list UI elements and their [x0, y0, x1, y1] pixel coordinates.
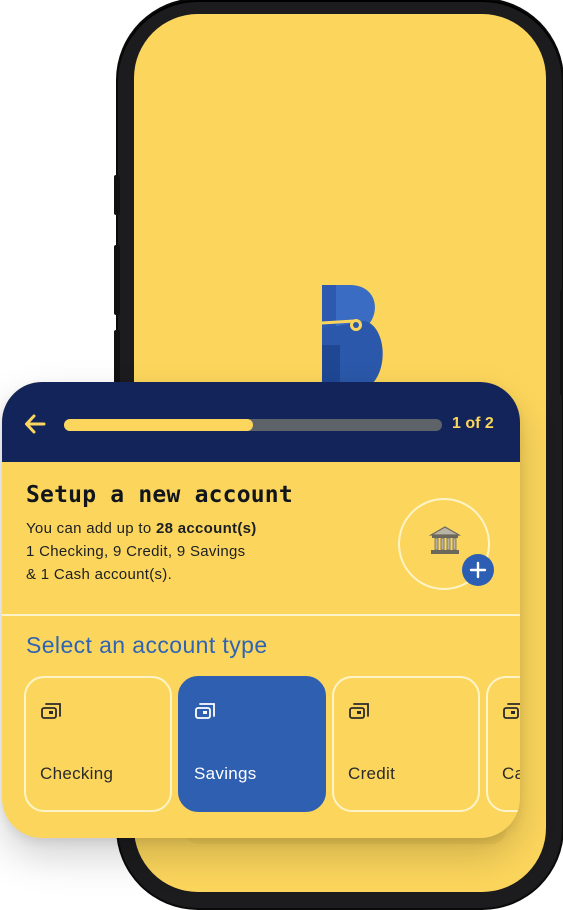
- account-type-savings[interactable]: Savings: [178, 676, 326, 812]
- card-header: 1 of 2: [2, 382, 520, 462]
- step-counter: 1 of 2: [452, 415, 494, 432]
- account-type-cash[interactable]: Cash: [486, 676, 520, 812]
- bank-icon: [428, 526, 462, 554]
- page-title: Setup a new account: [26, 482, 293, 508]
- add-account-button[interactable]: [462, 554, 494, 586]
- phone-side-button: [114, 175, 120, 215]
- back-button[interactable]: [22, 411, 48, 437]
- section-label: Select an account type: [26, 632, 268, 658]
- account-type-label: Checking: [40, 764, 114, 783]
- section-divider: [2, 614, 520, 616]
- cards-icon: [349, 703, 369, 719]
- setup-description: You can add up to 28 account(s) 1 Checki…: [26, 517, 396, 586]
- app-logo: [321, 285, 383, 393]
- account-type-checking[interactable]: Checking: [24, 676, 172, 812]
- cards-icon: [503, 703, 520, 719]
- account-type-label: Savings: [194, 764, 257, 783]
- account-setup-card: 1 of 2 Setup a new account You can add u…: [2, 382, 520, 838]
- account-type-label: Credit: [348, 764, 396, 783]
- progress-bar: [64, 419, 442, 431]
- account-type-label: Cash: [502, 764, 520, 783]
- limit-breakdown: 1 Checking, 9 Credit, 9 Savings: [26, 543, 246, 560]
- arrow-left-icon: [25, 414, 46, 434]
- plus-icon: [469, 561, 487, 579]
- limit-breakdown-cash: & 1 Cash account(s).: [26, 566, 173, 583]
- account-type-credit[interactable]: Credit: [332, 676, 480, 812]
- cards-icon: [195, 703, 215, 719]
- phone-volume-up: [114, 245, 120, 315]
- limit-count: 28 account(s): [155, 520, 257, 537]
- cards-icon: [41, 703, 61, 719]
- progress-fill: [64, 419, 253, 431]
- limit-text: You can add up to: [26, 520, 156, 537]
